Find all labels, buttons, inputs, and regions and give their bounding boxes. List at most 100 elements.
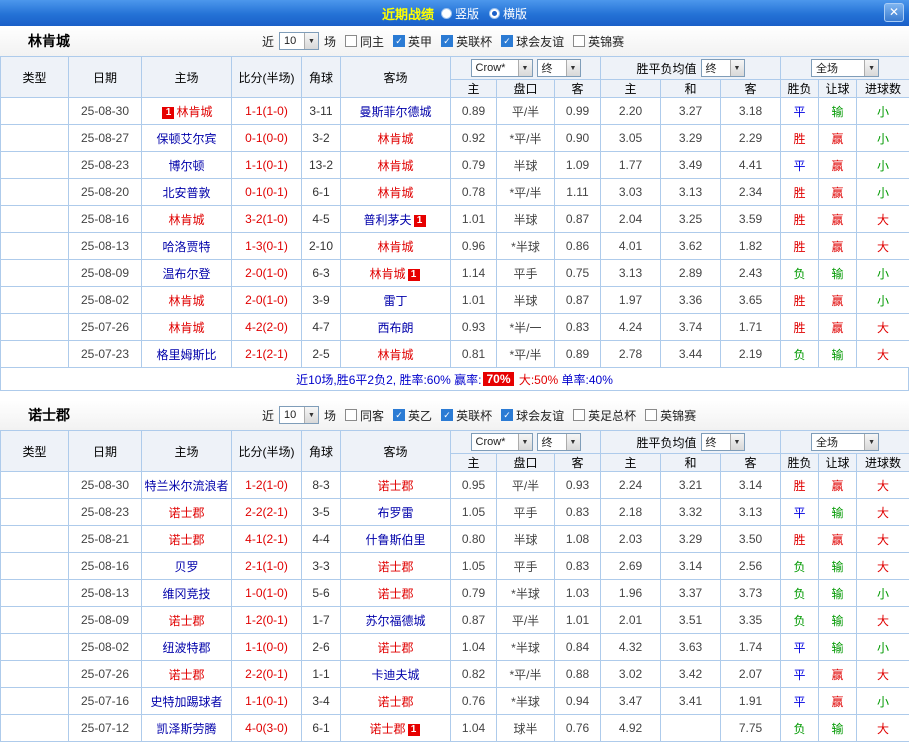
filter-checkbox-同主[interactable]: 同主 [345,33,384,50]
euro-away-odds-cell: 3.14 [721,472,781,499]
games-label: 场 [324,33,336,50]
team-name[interactable]: 诺士郡 [168,668,204,682]
team-name[interactable]: 贝罗 [174,560,198,574]
checkbox-label: 英甲 [408,33,432,50]
euro-home-odds-cell: 2.69 [601,553,661,580]
team-name[interactable]: 雷丁 [383,294,407,308]
europe-odds-header: 胜平负均值 终▼ [601,431,781,454]
filter-checkbox-英联杯[interactable]: ✓英联杯 [441,33,492,50]
handicap-result-cell: 赢 [819,688,857,715]
team-name[interactable]: 布罗雷 [377,506,413,520]
team-name[interactable]: 林肯城 [377,159,413,173]
layout-radio-横版[interactable]: 横版 [489,5,527,22]
close-button[interactable]: ✕ [884,3,904,22]
home-team-cell: 史特加踢球者 [142,688,232,715]
scope-dropdown[interactable]: 全场▼ [811,433,879,451]
match-count-dropdown[interactable]: 10▼ [279,32,319,50]
goals-result-cell: 大 [857,206,909,233]
filter-checkbox-英锦赛[interactable]: 英锦赛 [573,33,624,50]
team-name[interactable]: 林肯城 [377,240,413,254]
filter-checkbox-英足总杯[interactable]: 英足总杯 [573,407,636,424]
goals-result-cell: 大 [857,553,909,580]
match-row: 英乙25-08-02纽波特郡1-1(0-0)2-6诺士郡1.04*半球0.844… [1,634,909,661]
team-name[interactable]: 史特加踢球者 [150,695,222,709]
filter-checkbox-英联杯[interactable]: ✓英联杯 [441,407,492,424]
odds-company-dropdown[interactable]: Crow*▼ [471,59,533,77]
team-name[interactable]: 温布尔登 [162,267,210,281]
team-name[interactable]: 特兰米尔流浪者 [144,479,228,493]
match-count-dropdown[interactable]: 10▼ [279,406,319,424]
euro-home-odds-cell: 3.05 [601,125,661,152]
filter-checkbox-英乙[interactable]: ✓英乙 [393,407,432,424]
team-name[interactable]: 哈洛贾特 [162,240,210,254]
handicap-result-cell: 赢 [819,206,857,233]
subcol-result: 胜负 [781,80,819,98]
team-name[interactable]: 林肯城 [176,105,212,119]
europe-time-dropdown[interactable]: 终▼ [701,59,745,77]
asia-home-odds-cell: 0.79 [451,580,497,607]
asia-home-odds-cell: 0.92 [451,125,497,152]
odds-company-dropdown[interactable]: Crow*▼ [471,433,533,451]
team-name[interactable]: 保顿艾尔宾 [156,132,216,146]
col-home: 主场 [142,431,232,472]
filter-checkbox-球会友谊[interactable]: ✓球会友谊 [501,407,564,424]
chevron-down-icon: ▼ [566,434,580,450]
team-name[interactable]: 诺士郡 [377,479,413,493]
euro-home-odds-cell: 1.77 [601,152,661,179]
europe-time-dropdown[interactable]: 终▼ [701,433,745,451]
team-name[interactable]: 诺士郡 [168,533,204,547]
team-name[interactable]: 维冈竞技 [162,587,210,601]
filter-checkbox-同客[interactable]: 同客 [345,407,384,424]
team-name[interactable]: 诺士郡 [377,560,413,574]
team-name[interactable]: 卡迪夫城 [371,668,419,682]
team-name[interactable]: 西布朗 [377,321,413,335]
team-name[interactable]: 诺士郡 [168,506,204,520]
team-name[interactable]: 诺士郡 [377,695,413,709]
team-name[interactable]: 林肯城 [168,294,204,308]
team-name[interactable]: 诺士郡 [168,614,204,628]
asia-home-odds-cell: 1.04 [451,715,497,742]
filter-checkbox-球会友谊[interactable]: ✓球会友谊 [501,33,564,50]
team-name[interactable]: 林肯城 [377,186,413,200]
asia-home-odds-cell: 0.79 [451,152,497,179]
team-name[interactable]: 曼斯菲尔德城 [359,105,431,119]
team-name[interactable]: 林肯城 [377,348,413,362]
team-name[interactable]: 格里姆斯比 [156,348,216,362]
date-cell: 25-08-02 [69,287,142,314]
team-name[interactable]: 北安普敦 [162,186,210,200]
team-name[interactable]: 诺士郡 [377,641,413,655]
chevron-down-icon: ▼ [566,60,580,76]
team-name[interactable]: 苏尔福德城 [365,614,425,628]
team-name[interactable]: 林肯城 [369,267,405,281]
dropdown-value: 终 [706,60,717,76]
team-name[interactable]: 什鲁斯伯里 [365,533,425,547]
team-name[interactable]: 诺士郡 [377,587,413,601]
date-cell: 25-08-27 [69,125,142,152]
home-team-cell: 特兰米尔流浪者 [142,472,232,499]
team-name[interactable]: 凯泽斯劳腾 [156,722,216,736]
date-cell: 25-08-16 [69,206,142,233]
team-name[interactable]: 林肯城 [377,132,413,146]
team-name[interactable]: 普利茅夫 [363,213,411,227]
handicap-result-cell: 输 [819,715,857,742]
away-team-cell: 林肯城 [341,179,451,206]
filter-checkbox-英甲[interactable]: ✓英甲 [393,33,432,50]
scope-dropdown[interactable]: 全场▼ [811,59,879,77]
odds-time-dropdown[interactable]: 终▼ [537,433,581,451]
league-cell: 球会友谊 [1,688,69,715]
euro-home-odds-cell: 2.18 [601,499,661,526]
filter-checkbox-英锦赛[interactable]: 英锦赛 [645,407,696,424]
dropdown-value: 全场 [816,60,838,76]
corner-cell: 6-1 [302,715,341,742]
euro-draw-odds-cell: 3.62 [661,233,721,260]
layout-radio-竖版[interactable]: 竖版 [441,5,479,22]
team-name[interactable]: 林肯城 [168,213,204,227]
team-name[interactable]: 纽波特郡 [162,641,210,655]
odds-time-dropdown[interactable]: 终▼ [537,59,581,77]
team-name[interactable]: 林肯城 [168,321,204,335]
handicap-cell: 平手 [497,553,555,580]
handicap-result-cell: 赢 [819,472,857,499]
result-cell: 胜 [781,472,819,499]
team-name[interactable]: 博尔顿 [168,159,204,173]
team-name[interactable]: 诺士郡 [369,722,405,736]
